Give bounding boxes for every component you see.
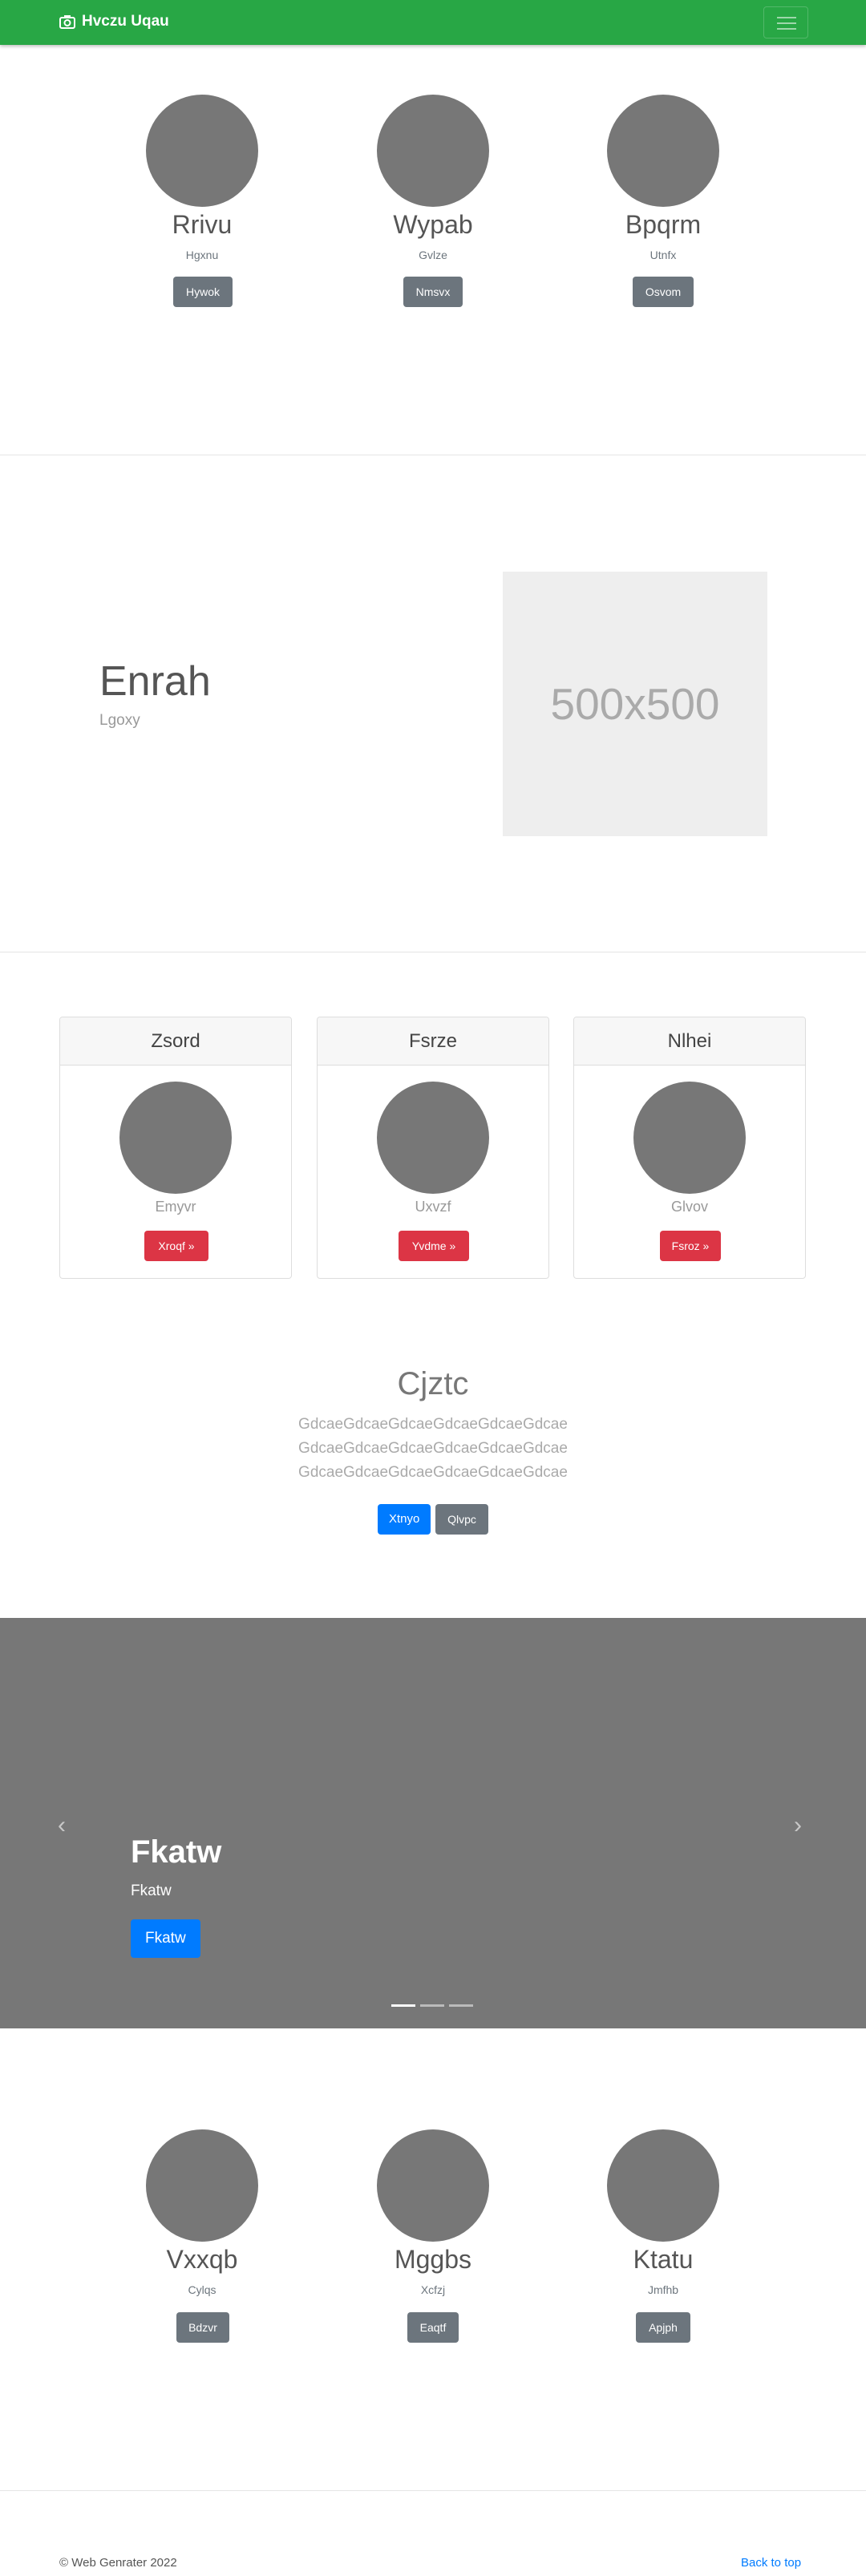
avatar <box>633 1082 746 1194</box>
cta-secondary-button[interactable]: Qlvpc <box>435 1504 488 1535</box>
carousel: ‹ › Fkatw Fkatw Fkatw <box>0 1618 866 2028</box>
cta-text-line: GdcaeGdcaeGdcaeGdcaeGdcaeGdcae <box>298 1416 568 1433</box>
avatar <box>377 2129 489 2242</box>
feature-image: 500x500 <box>503 572 767 836</box>
card-header: Nlhei <box>574 1017 805 1066</box>
member-button[interactable]: Nmsvx <box>403 277 463 307</box>
member-name: Ktatu <box>633 2245 694 2274</box>
member-button[interactable]: Bdzvr <box>176 2312 229 2343</box>
brand-text: Hvczu Uqau <box>82 13 169 30</box>
card-header: Fsrze <box>318 1017 548 1066</box>
camera-icon <box>59 15 75 29</box>
member-button[interactable]: Apjph <box>636 2312 690 2343</box>
card: Zsord Emyvr Xroqf » <box>59 1017 292 1279</box>
member-name: Wypab <box>393 210 473 239</box>
carousel-subtitle: Fkatw <box>131 1882 172 1899</box>
member-button[interactable]: Osvom <box>633 277 694 307</box>
avatar <box>607 95 719 207</box>
divider <box>0 2490 866 2491</box>
carousel-button[interactable]: Fkatw <box>131 1919 200 1958</box>
card-button[interactable]: Xroqf » <box>144 1231 208 1261</box>
card-header: Zsord <box>60 1017 291 1066</box>
avatar <box>377 95 489 207</box>
member-button[interactable]: Eaqtf <box>407 2312 459 2343</box>
card-text: Uxvzf <box>415 1199 451 1215</box>
back-to-top-link[interactable]: Back to top <box>741 2556 801 2570</box>
card-text: Glvov <box>670 1199 708 1215</box>
cta-text-line: GdcaeGdcaeGdcaeGdcaeGdcaeGdcae <box>298 1440 568 1457</box>
carousel-title: Fkatw <box>131 1834 222 1870</box>
brand-link[interactable]: Hvczu Uqau <box>59 13 169 30</box>
avatar <box>607 2129 719 2242</box>
member-subtitle: Cylqs <box>188 2283 216 2296</box>
member-subtitle: Jmfhb <box>647 2283 679 2296</box>
carousel-prev-icon[interactable]: ‹ <box>58 1812 66 1839</box>
cta-text-line: GdcaeGdcaeGdcaeGdcaeGdcaeGdcae <box>298 1464 568 1481</box>
hamburger-icon <box>777 17 796 18</box>
feature-title: Enrah <box>99 658 211 705</box>
avatar <box>119 1082 232 1194</box>
card: Nlhei Glvov Fsroz » <box>573 1017 806 1279</box>
member-name: Bpqrm <box>625 210 702 239</box>
member-subtitle: Gvlze <box>419 249 447 261</box>
card-button[interactable]: Yvdme » <box>399 1231 469 1261</box>
navbar-toggler-button[interactable] <box>763 6 808 38</box>
carousel-next-icon[interactable]: › <box>794 1812 802 1839</box>
member-name: Rrivu <box>172 210 233 239</box>
avatar <box>146 95 258 207</box>
member-subtitle: Hgxnu <box>185 249 219 261</box>
member-name: Vxxqb <box>166 2245 238 2274</box>
carousel-indicator[interactable] <box>420 2004 444 2007</box>
feature-subtitle: Lgoxy <box>99 712 140 729</box>
image-placeholder-label: 500x500 <box>550 679 720 729</box>
cta-primary-button[interactable]: Xtnyo <box>378 1504 431 1535</box>
member-subtitle: Xcfzj <box>420 2283 446 2296</box>
carousel-indicator[interactable] <box>449 2004 473 2007</box>
card: Fsrze Uxvzf Yvdme » <box>317 1017 549 1279</box>
navbar: Hvczu Uqau <box>0 0 866 45</box>
member-button[interactable]: Hywok <box>173 277 233 307</box>
avatar <box>377 1082 489 1194</box>
card-text: Emyvr <box>155 1199 196 1215</box>
carousel-indicator[interactable] <box>391 2004 415 2007</box>
footer-copyright: © Web Genrater 2022 <box>59 2556 177 2570</box>
member-name: Mggbs <box>394 2245 472 2274</box>
card-button[interactable]: Fsroz » <box>660 1231 721 1261</box>
avatar <box>146 2129 258 2242</box>
member-subtitle: Utnfx <box>650 249 677 261</box>
cta-title: Cjztc <box>397 1366 469 1401</box>
